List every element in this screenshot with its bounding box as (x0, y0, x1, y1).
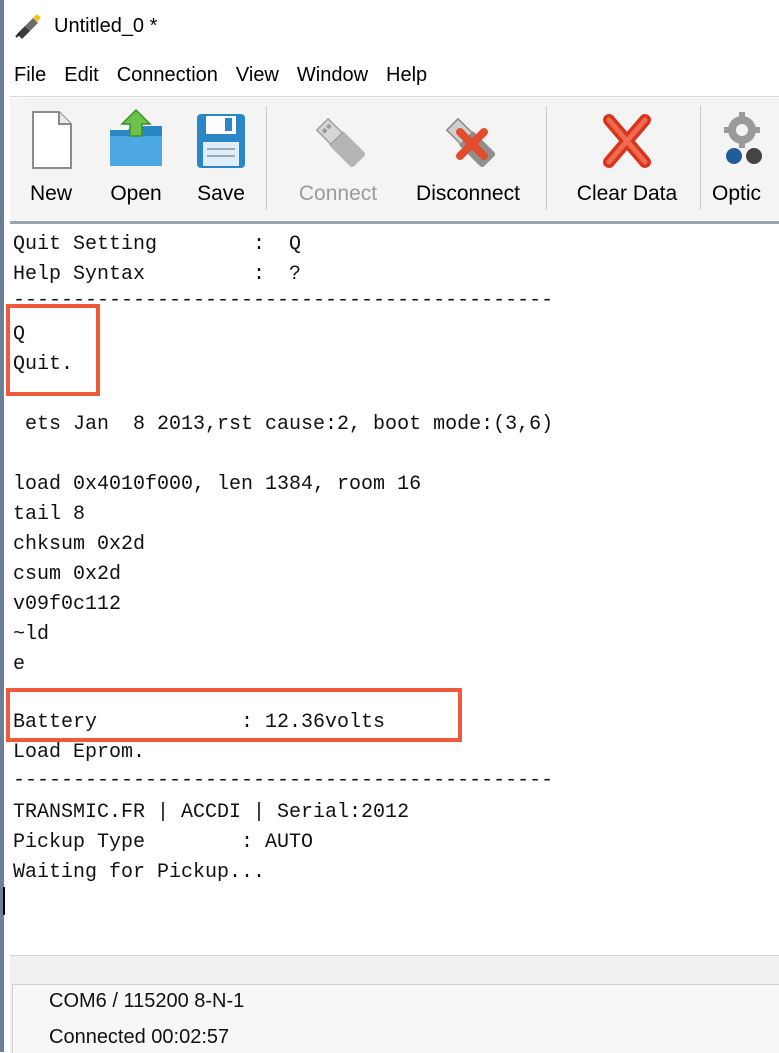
terminal-line: Pickup Type : AUTO (13, 831, 314, 854)
floppy-disk-icon (197, 114, 245, 168)
new-label: New (29, 182, 72, 205)
new-file-icon (32, 111, 72, 169)
terminal-line: Waiting for Pickup... (13, 861, 266, 884)
title-bar: Untitled_0 * (14, 8, 157, 44)
toolbar: New Open Save Connect Disconnect Clear D… (10, 98, 779, 220)
connect-button[interactable]: Connect (290, 98, 386, 220)
usb-disconnect-icon (445, 117, 496, 168)
open-button[interactable]: Open (98, 98, 174, 220)
save-label: Save (197, 182, 245, 205)
terminal-line: Quit Setting : Q (13, 233, 302, 256)
clear-data-button[interactable]: Clear Data (566, 98, 688, 220)
options-button[interactable]: Optic (712, 98, 779, 220)
open-folder-icon (110, 108, 162, 166)
open-label: Open (110, 182, 162, 205)
red-x-icon (603, 114, 651, 168)
highlight-box-battery (6, 688, 462, 742)
usb-connect-icon (315, 117, 366, 168)
save-button[interactable]: Save (186, 98, 256, 220)
options-label: Optic (712, 182, 762, 205)
terminal-line: ----------------------------------------… (13, 769, 554, 792)
toolbar-separator (266, 106, 267, 210)
port-settings-status: COM6 / 115200 8-N-1 (49, 990, 245, 1012)
terminal-output[interactable]: Quit Setting : Q Help Syntax : ? -------… (10, 224, 779, 952)
gear-icon (724, 112, 762, 164)
menu-help[interactable]: Help (386, 64, 427, 87)
terminal-line: tail 8 (13, 503, 86, 526)
terminal-line: ~ld (13, 623, 50, 646)
terminal-line: ets Jan 8 2013,rst cause:2, boot mode:(3… (13, 413, 554, 436)
menu-view[interactable]: View (236, 64, 279, 87)
disconnect-label: Disconnect (416, 182, 520, 205)
connect-label: Connect (298, 182, 378, 205)
terminal-line: TRANSMIC.FR | ACCDI | Serial:2012 (13, 801, 410, 824)
menu-bar: File Edit Connection View Window Help (14, 58, 445, 92)
terminal-line: csum 0x2d (13, 563, 122, 586)
terminal-line: v09f0c112 (13, 593, 122, 616)
toolbar-separator (700, 106, 701, 210)
terminal-line: chksum 0x2d (13, 533, 146, 556)
disconnect-button[interactable]: Disconnect (406, 98, 530, 220)
menu-file[interactable]: File (14, 64, 46, 87)
menu-window[interactable]: Window (297, 64, 368, 87)
new-button[interactable]: New (18, 98, 84, 220)
toolbar-divider (10, 96, 779, 97)
clear-data-label: Clear Data (576, 182, 678, 205)
toolbar-separator (546, 106, 547, 210)
terminal-line: Load Eprom. (13, 741, 146, 764)
menu-edit[interactable]: Edit (64, 64, 98, 87)
connection-status: Connected 00:02:57 (49, 1026, 230, 1048)
window-title: Untitled_0 * (54, 14, 158, 37)
menu-connection[interactable]: Connection (117, 64, 218, 87)
app-plug-icon (15, 14, 41, 39)
text-cursor (3, 887, 5, 915)
highlight-box-quit (6, 304, 100, 396)
terminal-line: load 0x4010f000, len 1384, room 16 (13, 473, 422, 496)
terminal-line: e (13, 653, 26, 676)
